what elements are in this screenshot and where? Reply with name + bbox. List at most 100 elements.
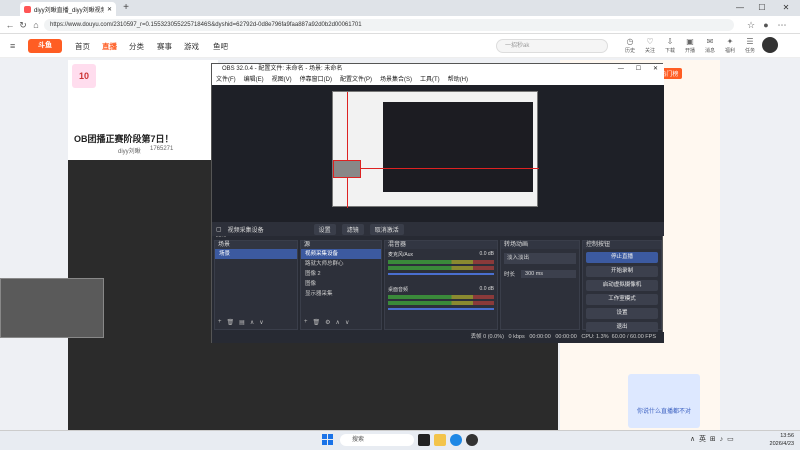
source-item[interactable]: 图像 — [301, 279, 381, 289]
volume-slider[interactable] — [388, 273, 494, 275]
obs-maximize-icon: ☐ — [635, 66, 642, 72]
nav-category[interactable]: 分类 — [129, 41, 144, 52]
browser-tab[interactable]: diyy刘瞅直播_diyy刘瞅视频 ✕ — [20, 2, 116, 16]
start-recording-button[interactable]: 开始录制 — [586, 266, 658, 277]
close-window-button[interactable]: ✕ — [776, 2, 796, 14]
task-button[interactable]: ☰ 任务 — [741, 37, 759, 54]
menu-scene-collection[interactable]: 场景集合(S) — [380, 75, 412, 85]
settings-button[interactable]: 设置 — [586, 308, 658, 319]
guide-line-v — [347, 92, 348, 208]
site-header — [0, 34, 800, 58]
bookmark-icon[interactable]: ☆ — [745, 19, 757, 31]
tab-close-icon[interactable]: ✕ — [107, 6, 112, 13]
transitions-dock-title: 转场动画 — [501, 241, 579, 249]
source-item[interactable]: 路就大师总群心 — [301, 259, 381, 269]
controls-dock: 控制按钮 停止直播 开始录制 启动虚拟摄像机 工作室模式 设置 退出 — [582, 240, 662, 333]
deactivate-button[interactable]: 取消激活 — [369, 223, 404, 235]
obs-preview[interactable]: 25% — [212, 85, 664, 239]
file-explorer-icon[interactable] — [434, 434, 446, 446]
scenes-dock: 场景 场景 + 🗑 ▤ ∧ ∨ — [214, 240, 298, 330]
obs-taskbar-icon[interactable] — [466, 434, 478, 446]
windows-start-icon[interactable] — [322, 434, 334, 446]
taskbar-clock[interactable]: 13:56 2026/4/23 — [760, 432, 800, 448]
preview-canvas[interactable] — [332, 91, 539, 208]
mixer-channel: 桌面音频 0.0 dB — [388, 286, 494, 293]
maximize-button[interactable]: ☐ — [752, 2, 772, 14]
mixer-dock-title: 混音器 — [385, 241, 497, 249]
source-item[interactable]: 图像 2 — [301, 269, 381, 279]
menu-view[interactable]: 视图(V) — [272, 75, 292, 85]
selected-source-box[interactable] — [333, 160, 361, 178]
duration-row: 时长 300 ms — [501, 268, 579, 280]
system-tray[interactable]: ∧ 英 ⊞ ♪ ▭ — [690, 434, 734, 444]
task-icon: ☰ — [746, 37, 754, 46]
add-icon: + — [304, 319, 308, 325]
sources-dock-title: 源 — [301, 241, 381, 249]
history-icon: ◷ — [626, 37, 634, 46]
new-tab-button[interactable]: + — [120, 2, 132, 14]
source-item[interactable]: 显示器采集 — [301, 289, 381, 299]
edge-icon[interactable] — [450, 434, 462, 446]
minimize-button[interactable]: — — [730, 2, 750, 14]
home-icon[interactable]: ⌂ — [30, 19, 42, 31]
webcam-overlay — [0, 278, 104, 338]
broadcast-button[interactable]: ▣ 开播 — [681, 37, 699, 54]
studio-mode-button[interactable]: 工作室模式 — [586, 294, 658, 305]
refresh-icon[interactable]: ↻ — [17, 19, 29, 31]
message-icon: ✉ — [706, 37, 714, 46]
virtual-camera-button[interactable]: 启动虚拟摄像机 — [586, 280, 658, 291]
scene-item[interactable]: 场景 — [215, 249, 297, 259]
volume-icon: ♪ — [719, 436, 724, 443]
streamer-name[interactable]: diyy刘瞅 — [118, 146, 141, 155]
obs-window[interactable]: OBS 32.0.4 - 配置文件: 未命名 - 场景: 未命名 — ☐ ✕ 文件(… — [211, 63, 664, 343]
history-button[interactable]: ◷ 历史 — [621, 37, 639, 54]
chevron-up-icon: ∧ — [690, 436, 696, 443]
menu-help[interactable]: 帮助(H) — [448, 75, 468, 85]
source-item[interactable]: 视频采集设备 — [301, 249, 381, 259]
down-icon: ∨ — [344, 320, 350, 326]
task-view-icon[interactable] — [418, 434, 430, 446]
volume-slider[interactable] — [388, 308, 494, 310]
menu-edit[interactable]: 编辑(E) — [244, 75, 264, 85]
obs-window-controls[interactable]: — ☐ ✕ — [612, 64, 664, 75]
duration-input[interactable]: 300 ms — [521, 270, 576, 278]
network-icon: ⊞ — [709, 436, 716, 443]
obs-minimize-icon: — — [617, 66, 624, 72]
properties-button[interactable]: 设置 — [313, 223, 336, 235]
obs-status-bar: 丢帧 0 (0.0%) 0 kbps 00:00:00 00:00:00 CPU… — [212, 332, 664, 343]
scene-controls[interactable]: + 🗑 ▤ ∧ ∨ — [218, 319, 264, 326]
taskbar-search[interactable]: 搜索 — [340, 434, 414, 446]
menu-file[interactable]: 文件(F) — [216, 75, 236, 85]
hamburger-menu-icon[interactable]: ≡ — [10, 41, 15, 51]
site-search-input[interactable]: 一招秒ak — [496, 39, 608, 53]
follow-button[interactable]: ♡ 关注 — [641, 37, 659, 54]
trash-icon: 🗑 — [312, 320, 321, 326]
nav-live[interactable]: 直播 — [102, 41, 117, 52]
back-icon[interactable]: ← — [4, 19, 16, 31]
stream-info-panel: 10 OB团播正赛阶段第7日！ diyy刘瞅 1765271 — [68, 60, 218, 160]
promo-card[interactable]: 你说什么直播都不对 — [628, 374, 700, 428]
filters-button[interactable]: 滤镜 — [341, 223, 364, 235]
menu-profile[interactable]: 配置文件(P) — [340, 75, 372, 85]
tab-title: diyy刘瞅直播_diyy刘瞅视频 — [34, 7, 104, 14]
profile-icon[interactable]: ● — [760, 19, 772, 31]
nav-events[interactable]: 赛事 — [157, 41, 172, 52]
browser-menu-icon[interactable]: ⋯ — [776, 19, 788, 31]
stop-streaming-button[interactable]: 停止直播 — [586, 252, 658, 263]
url-input[interactable]: https://www.douyu.com/2310597_r=0.155323… — [44, 19, 734, 31]
nav-home[interactable]: 首页 — [75, 41, 90, 52]
nav-games[interactable]: 游戏 — [184, 41, 199, 52]
douyu-favicon-icon — [24, 5, 31, 13]
menu-tools[interactable]: 工具(T) — [420, 75, 440, 85]
controls-dock-title: 控制按钮 — [583, 241, 661, 249]
nav-yuba[interactable]: 鱼吧 — [213, 41, 228, 52]
message-button[interactable]: ✉ 消息 — [701, 37, 719, 54]
source-controls[interactable]: + 🗑 ⚙ ∧ ∨ — [304, 319, 349, 326]
download-button[interactable]: ⇩ 下载 — [661, 37, 679, 54]
transition-select[interactable]: 淡入淡出 — [504, 253, 576, 264]
transitions-dock: 转场动画 淡入淡出 时长 300 ms — [500, 240, 580, 330]
douyu-logo[interactable]: 斗鱼 — [28, 39, 62, 53]
gift-button[interactable]: ✦ 福利 — [721, 37, 739, 54]
menu-docks[interactable]: 停靠窗口(D) — [300, 75, 332, 85]
user-avatar[interactable] — [762, 37, 778, 53]
